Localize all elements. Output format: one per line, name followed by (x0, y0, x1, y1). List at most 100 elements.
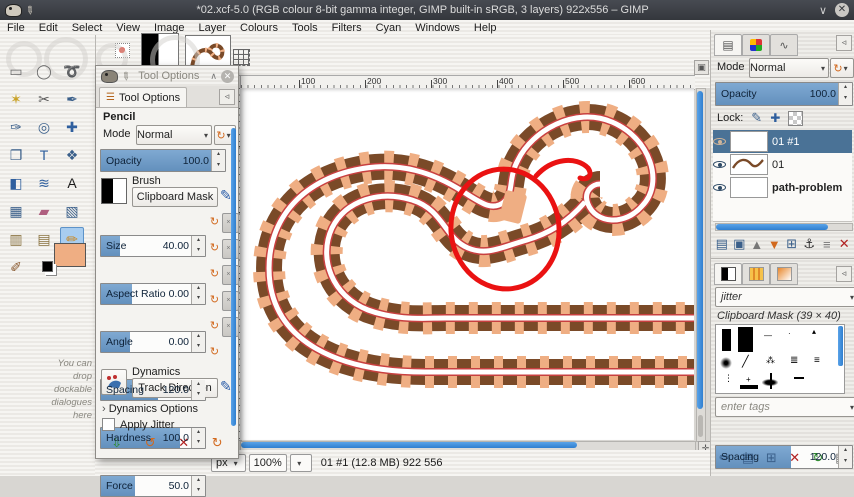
menu-edit[interactable]: Edit (32, 21, 65, 35)
tool-zoom-tool[interactable]: ◎ (32, 115, 56, 139)
tool-handle-transform[interactable]: ❖ (60, 143, 84, 167)
menu-file[interactable]: File (0, 21, 32, 35)
delete-brush-button[interactable]: ✕ (783, 449, 806, 467)
delete-layer-button[interactable]: ✕ (836, 235, 854, 253)
tab-paths[interactable]: ∿ (770, 34, 798, 56)
menu-select[interactable]: Select (65, 21, 110, 35)
vertical-scrollbar-thumb[interactable] (697, 91, 703, 409)
lower-layer-button[interactable]: ▼ (766, 235, 784, 253)
duplicate-layer-button[interactable]: ⊞ (783, 235, 801, 253)
foreground-color-swatch[interactable] (54, 243, 86, 267)
layers-tab-menu-button[interactable]: ◃ (836, 35, 852, 51)
slider-spinner[interactable]: ▴▾ (191, 236, 205, 256)
tool-eraser-tool[interactable]: ▰ (32, 199, 56, 223)
slider-aspect-ratio[interactable]: Aspect Ratio0.00▴▾ (100, 283, 206, 305)
tab-tool-options[interactable]: ☰ Tool Options (99, 87, 187, 107)
opacity-slider[interactable]: Opacity 100.0 ▴▾ (100, 149, 226, 172)
window-close-button[interactable]: ✕ (835, 3, 849, 17)
tool-gradient-tool[interactable]: ▧ (60, 199, 84, 223)
apply-jitter-checkbox[interactable] (102, 418, 115, 431)
reset-tool-button[interactable]: ↻ (205, 434, 229, 452)
menu-colours[interactable]: Colours (233, 21, 285, 35)
lock-position-icon[interactable]: ✚ (770, 111, 780, 125)
image-canvas[interactable] (240, 88, 694, 440)
tool-ellipse-select[interactable]: ◯ (32, 59, 56, 83)
tab-gradients[interactable] (770, 263, 798, 285)
slider-reset-icon[interactable]: ↻ (208, 214, 221, 230)
brush-grid[interactable]: — · ▴ ╱ ⁂ ≣ ≡ ⋮ + (715, 324, 845, 394)
layer-visibility-icon[interactable] (713, 181, 726, 194)
tool-flip-tool[interactable]: ◧ (4, 171, 28, 195)
layer-mode-dropdown[interactable]: Normal▾ (749, 58, 829, 78)
slider-spinner[interactable]: ▴▾ (191, 380, 205, 400)
menu-filters[interactable]: Filters (325, 21, 369, 35)
opacity-spinner[interactable]: ▴▾ (211, 150, 225, 171)
tab-brushes[interactable] (714, 263, 742, 285)
menu-help[interactable]: Help (467, 21, 504, 35)
slider-reset-icon[interactable]: ↻ (208, 344, 221, 360)
slider-angle[interactable]: Angle0.00▴▾ (100, 331, 206, 353)
zoom-dropdown-icon[interactable]: ▾ (290, 454, 312, 472)
layer-opacity-spinner[interactable]: ▴▾ (838, 83, 852, 105)
slider-spinner[interactable]: ▴▾ (191, 476, 205, 496)
brushes-tab-menu-button[interactable]: ◃ (836, 266, 852, 282)
menu-windows[interactable]: Windows (408, 21, 467, 35)
layer-mode-reset-button[interactable]: ↻▾ (830, 58, 854, 78)
merge-layer-button[interactable]: ≡ (818, 235, 836, 253)
anchor-layer-button[interactable]: ⚓ (801, 235, 819, 253)
layer-row-path-problem[interactable]: path-problem (713, 176, 852, 200)
tool-scissors-select[interactable]: ✂ (32, 87, 56, 111)
dialog-pin-icon[interactable]: ✎ (118, 68, 133, 84)
slider-spinner[interactable]: ▴▾ (191, 332, 205, 352)
layer-row-01-1[interactable]: 01 #1 (713, 130, 852, 154)
duplicate-brush-button[interactable]: ⊞ (760, 449, 783, 467)
layer-opacity-slider[interactable]: Opacity 100.0 ▴▾ (715, 82, 853, 106)
brush-select-button[interactable]: Clipboard Mask (132, 187, 218, 207)
tab-patterns[interactable] (742, 263, 770, 285)
tool-warp-transform[interactable]: ≋ (32, 171, 56, 195)
menu-cyan[interactable]: Cyan (369, 21, 409, 35)
tool-clone-tool[interactable]: ▥ (4, 227, 28, 251)
tool-unified-transform[interactable]: T (32, 143, 56, 167)
tool-move-tool[interactable]: ✚ (60, 115, 84, 139)
tool-cage-transform[interactable]: ▦ (4, 199, 28, 223)
slider-force[interactable]: Force50.0▴▾ (100, 475, 206, 497)
menu-layer[interactable]: Layer (192, 21, 234, 35)
tool-rectangle-select[interactable]: ▭ (4, 59, 28, 83)
brush-spacing-spinner[interactable]: ▴▾ (838, 446, 852, 468)
default-colors-icon[interactable] (42, 261, 53, 272)
brush-tags-combo[interactable]: enter tags▾ (715, 397, 854, 417)
new-layer-button[interactable]: ▤ (713, 235, 731, 253)
brush-filter-combo[interactable]: jitter▾ (715, 287, 854, 307)
new-group-button[interactable]: ▣ (731, 235, 749, 253)
dialog-collapse-icon[interactable]: ∧ (210, 71, 217, 82)
tab-channels[interactable] (742, 34, 770, 56)
tool-paintbrush-tool[interactable]: ✐ (4, 255, 28, 279)
slider-reset-icon[interactable]: ↻ (208, 266, 221, 282)
tab-layers[interactable]: ▤ (714, 34, 742, 56)
layer-row-01[interactable]: 01 (713, 153, 852, 177)
tool-color-picker[interactable]: ✑ (4, 115, 28, 139)
mode-dropdown[interactable]: Normal▾ (136, 125, 212, 145)
tab-menu-button[interactable]: ◃ (219, 89, 235, 105)
horizontal-scrollbar-thumb[interactable] (241, 442, 577, 448)
slider-size[interactable]: Size40.00▴▾ (100, 235, 206, 257)
raise-layer-button[interactable]: ▲ (748, 235, 766, 253)
brush-grid-scrollbar[interactable] (838, 326, 843, 366)
tool-paths-tool[interactable]: ✒ (60, 87, 84, 111)
slider-reset-icon[interactable]: ↻ (208, 318, 221, 334)
menu-tools[interactable]: Tools (285, 21, 325, 35)
window-shade-icon[interactable]: ∨ (819, 4, 827, 17)
tool-text-tool[interactable]: A (60, 171, 84, 195)
lock-pixels-icon[interactable]: ✎ (751, 110, 762, 126)
tool-fuzzy-select[interactable]: ✶ (4, 87, 28, 111)
zoom-follow-window-button[interactable]: ▣ (694, 60, 709, 75)
dynamics-edit-icon[interactable]: ✎ (220, 378, 232, 395)
brush-thumbnail[interactable] (101, 178, 127, 204)
tool-free-select[interactable]: ➰ (60, 59, 84, 83)
apply-jitter-row[interactable]: Apply Jitter (102, 418, 174, 431)
color-area[interactable]: ⇄ (50, 243, 90, 273)
lock-alpha-icon[interactable] (788, 111, 803, 126)
slider-reset-icon[interactable]: ↻ (208, 240, 221, 256)
tool-options-titlebar[interactable]: ✎ Tool Options ∧ ✕ (96, 66, 238, 87)
